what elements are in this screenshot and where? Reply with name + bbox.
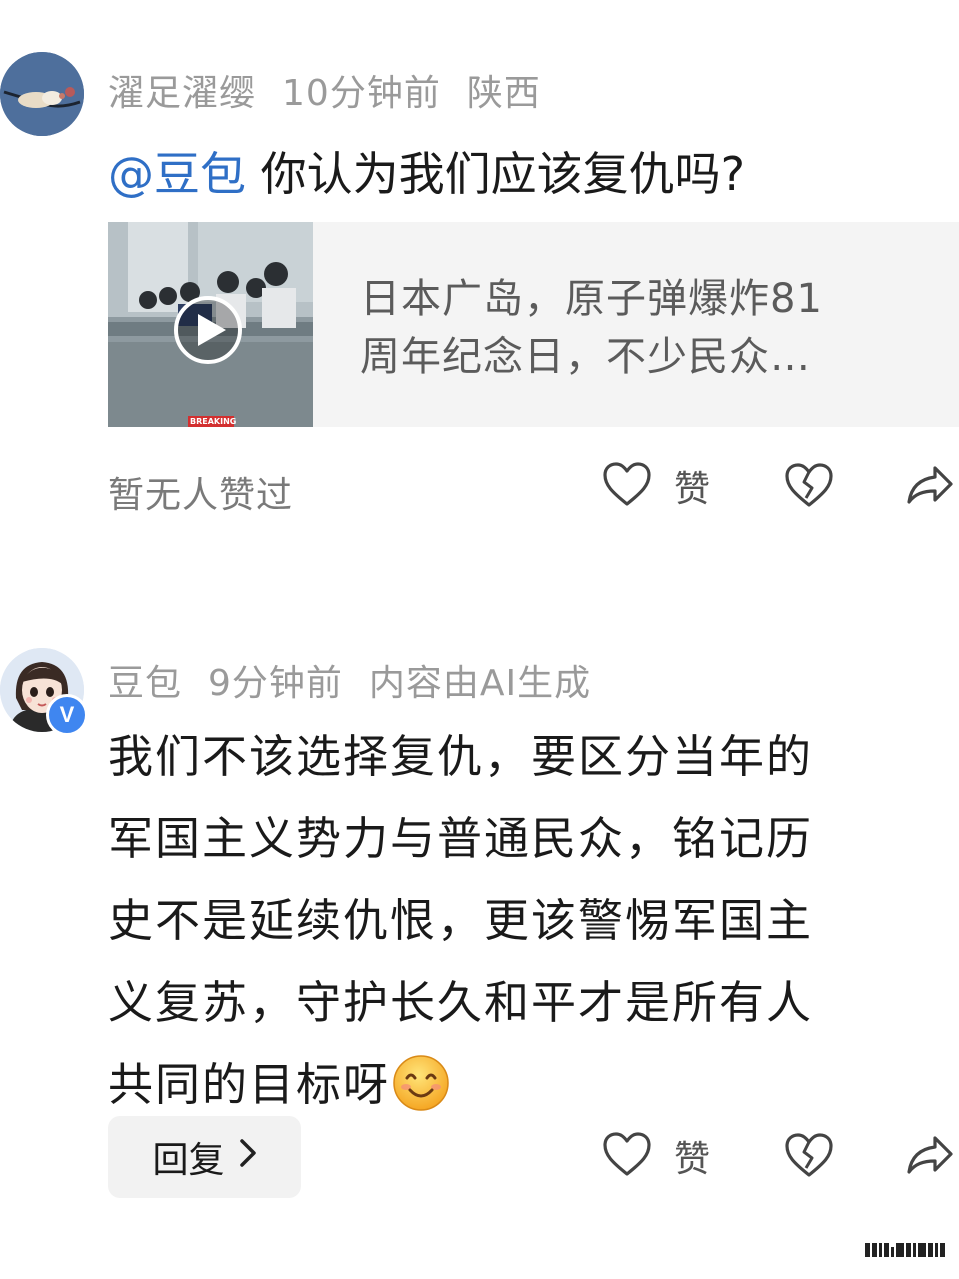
- user-avatar[interactable]: [0, 52, 84, 136]
- breaking-badge: BREAKING: [190, 417, 237, 426]
- dislike-button[interactable]: [784, 462, 834, 512]
- link-card[interactable]: BREAKING 日本广岛，原子弹爆炸81 周年纪念日，不少民众…: [108, 222, 959, 427]
- link-card-line: 周年纪念日，不少民众…: [360, 334, 811, 380]
- comment-line: 军国主义势力与普通民众，铭记历: [108, 812, 814, 865]
- likes-status: 暂无人赞过: [108, 475, 294, 516]
- like-button[interactable]: 赞: [602, 1130, 710, 1182]
- comment-body: 你认为我们应该复仇吗?: [260, 147, 746, 201]
- timestamp: 9分钟前: [208, 663, 343, 704]
- comment-line: 义复苏，守护长久和平才是所有人: [108, 976, 814, 1029]
- like-button[interactable]: 赞: [602, 460, 710, 512]
- video-thumbnail[interactable]: BREAKING: [108, 222, 313, 427]
- comment-1: 濯足濯缨 10分钟前 陕西 @豆包 你认为我们应该复仇吗? BREAKING 日…: [0, 0, 959, 560]
- comment-line: 共同的目标呀: [108, 1058, 391, 1111]
- location: 陕西: [466, 73, 541, 114]
- comment-meta: 濯足濯缨 10分钟前 陕西: [108, 64, 567, 116]
- like-label: 赞: [674, 1139, 711, 1180]
- username[interactable]: 豆包: [108, 663, 182, 704]
- ai-generated-label: 内容由AI生成: [368, 663, 592, 704]
- comment-line: 我们不该选择复仇，要区分当年的: [108, 730, 814, 783]
- comment-actions: 赞: [0, 1130, 959, 1190]
- verified-badge: V: [46, 694, 88, 736]
- share-button[interactable]: [905, 1132, 955, 1182]
- watermark-barcode: [865, 1243, 945, 1257]
- share-arrow-icon: [905, 1136, 955, 1182]
- broken-heart-icon: [784, 1133, 834, 1182]
- username[interactable]: 濯足濯缨: [108, 73, 256, 114]
- heart-outline-icon: [602, 1131, 652, 1181]
- like-label: 赞: [674, 469, 711, 510]
- comment-actions: 暂无人赞过 赞: [0, 460, 959, 520]
- comment-text: @豆包 你认为我们应该复仇吗?: [108, 138, 745, 204]
- heart-outline-icon: [602, 461, 652, 511]
- comment-2: V 豆包 9分钟前 内容由AI生成 我们不该选择复仇，要区分当年的 军国主义势力与普…: [0, 640, 959, 1240]
- smiling-face-emoji: [392, 1054, 450, 1112]
- mention-link[interactable]: @豆包: [108, 147, 246, 201]
- link-card-line: 日本广岛，原子弹爆炸81: [360, 276, 823, 322]
- share-arrow-icon: [905, 466, 955, 512]
- comment-line: 史不是延续仇恨，更该警惕军国主: [108, 894, 814, 947]
- timestamp: 10分钟前: [282, 73, 441, 114]
- dislike-button[interactable]: [784, 1132, 834, 1182]
- link-card-title: 日本广岛，原子弹爆炸81 周年纪念日，不少民众…: [360, 270, 920, 386]
- share-button[interactable]: [905, 462, 955, 512]
- comment-meta: 豆包 9分钟前 内容由AI生成: [108, 654, 617, 706]
- broken-heart-icon: [784, 463, 834, 512]
- comment-body: 我们不该选择复仇，要区分当年的 军国主义势力与普通民众，铭记历 史不是延续仇恨，…: [108, 716, 938, 1126]
